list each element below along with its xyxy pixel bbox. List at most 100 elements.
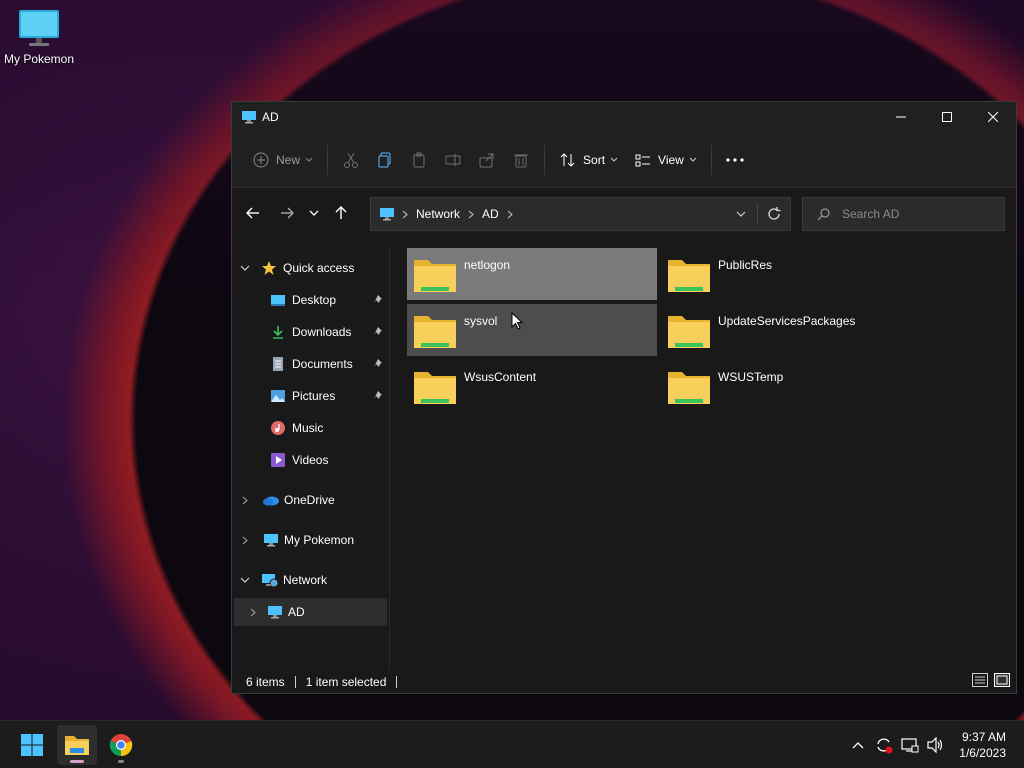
sidebar-label: Music <box>292 421 324 435</box>
folder-icon <box>414 260 456 292</box>
details-view-icon <box>972 673 988 687</box>
sidebar-item-videos[interactable]: Videos <box>270 446 328 474</box>
taskbar: 9:37 AM 1/6/2023 <box>0 720 1024 768</box>
show-hidden-icons-button[interactable] <box>846 733 870 757</box>
folder-name: WSUSTemp <box>718 370 784 384</box>
address-dropdown-button[interactable] <box>731 211 751 217</box>
chevron-right-icon <box>242 496 248 504</box>
clock[interactable]: 9:37 AM 1/6/2023 <box>959 729 1006 761</box>
recent-locations-button[interactable] <box>302 198 326 228</box>
cut-button[interactable] <box>334 144 368 176</box>
music-icon <box>271 421 285 435</box>
sidebar-label: Desktop <box>292 293 337 307</box>
sidebar-item-network[interactable]: Network <box>240 566 327 594</box>
pin-icon <box>374 295 382 303</box>
folder-icon <box>668 316 710 348</box>
sidebar-item-music[interactable]: Music <box>270 414 323 442</box>
folder-tile-wsuscontent[interactable]: WsusContent <box>407 360 657 412</box>
pin-icon <box>374 327 382 335</box>
start-button[interactable] <box>12 725 52 765</box>
address-bar[interactable]: Network AD <box>370 197 791 231</box>
folder-tile-wsustemp[interactable]: WSUSTemp <box>661 360 911 412</box>
system-tray: 9:37 AM 1/6/2023 <box>845 721 1024 768</box>
taskbar-chrome[interactable] <box>101 725 141 765</box>
folder-tile-updateservicespackages[interactable]: UpdateServicesPackages <box>661 304 911 356</box>
more-options-button[interactable] <box>718 144 752 176</box>
navigation-pane: Quick access Desktop Downloads Documents… <box>232 248 390 670</box>
network-status-button[interactable] <box>898 733 922 757</box>
sort-button[interactable]: Sort <box>551 144 626 176</box>
chevron-down-icon <box>240 265 250 271</box>
up-button[interactable] <box>326 198 356 228</box>
details-view-button[interactable] <box>972 673 988 690</box>
chevron-down-icon <box>240 577 250 583</box>
chevron-down-icon <box>689 157 697 162</box>
maximize-icon <box>942 112 952 122</box>
share-button[interactable] <box>470 144 504 176</box>
title-bar[interactable]: AD <box>232 102 1016 132</box>
tiles-view-button[interactable] <box>994 673 1010 690</box>
status-divider <box>294 676 296 688</box>
network-icon <box>262 574 279 588</box>
sidebar-item-pictures[interactable]: Pictures <box>270 382 388 410</box>
sidebar-item-ad[interactable]: AD <box>234 598 387 626</box>
desktop-icon-my-pokemon[interactable]: My Pokemon <box>2 8 76 66</box>
arrow-right-icon <box>281 207 294 219</box>
toolbar-divider <box>710 144 712 175</box>
tiles-view-icon <box>994 673 1010 687</box>
new-label: New <box>276 152 301 167</box>
sidebar-item-quick-access[interactable]: Quick access <box>240 254 354 282</box>
folder-name: netlogon <box>464 258 511 272</box>
rename-button[interactable] <box>436 144 470 176</box>
refresh-button[interactable] <box>758 207 790 221</box>
sidebar-item-documents[interactable]: Documents <box>270 350 388 378</box>
clock-time: 9:37 AM <box>961 730 1006 744</box>
cloud-icon <box>263 496 279 506</box>
sidebar-item-onedrive[interactable]: OneDrive <box>242 486 335 514</box>
folder-tile-netlogon[interactable]: netlogon <box>407 248 657 300</box>
running-indicator <box>70 760 84 763</box>
item-count: 6 items <box>246 675 285 689</box>
copy-button[interactable] <box>368 144 402 176</box>
chevron-right-icon <box>250 608 256 616</box>
back-button[interactable] <box>238 198 268 228</box>
status-divider <box>396 676 398 688</box>
sync-status-button[interactable] <box>872 733 896 757</box>
chevron-up-icon <box>852 742 864 749</box>
minimize-icon <box>896 116 906 118</box>
view-button[interactable]: View <box>626 144 705 176</box>
sidebar-label: AD <box>288 605 305 619</box>
videos-icon <box>271 453 285 467</box>
scissors-icon <box>342 151 360 169</box>
sidebar-item-my-pokemon[interactable]: My Pokemon <box>242 526 354 554</box>
breadcrumb-ad[interactable]: AD <box>482 207 499 221</box>
volume-button[interactable] <box>924 733 948 757</box>
share-icon <box>478 151 496 169</box>
search-placeholder: Search AD <box>842 207 900 221</box>
sidebar-label: OneDrive <box>284 493 335 507</box>
taskbar-file-explorer[interactable] <box>57 725 97 765</box>
mouse-cursor-icon <box>511 312 523 330</box>
new-button[interactable]: New <box>244 144 321 176</box>
search-icon <box>817 207 830 220</box>
chevron-right-icon <box>402 210 408 218</box>
close-button[interactable] <box>970 102 1016 132</box>
chevron-right-icon <box>507 210 513 218</box>
forward-button[interactable] <box>272 198 302 228</box>
breadcrumb-network[interactable]: Network <box>416 207 460 221</box>
minimize-button[interactable] <box>878 102 924 132</box>
folder-tile-publicres[interactable]: PublicRes <box>661 248 911 300</box>
desktop-icon-label: My Pokemon <box>3 52 75 66</box>
sync-error-icon <box>877 738 893 754</box>
pin-icon <box>374 359 382 367</box>
maximize-button[interactable] <box>924 102 970 132</box>
paste-button[interactable] <box>402 144 436 176</box>
search-box[interactable]: Search AD <box>802 197 1005 231</box>
sidebar-item-downloads[interactable]: Downloads <box>270 318 388 346</box>
chevron-down-icon <box>610 157 618 162</box>
file-explorer-icon <box>65 736 89 755</box>
delete-button[interactable] <box>504 144 538 176</box>
sidebar-item-desktop[interactable]: Desktop <box>270 286 388 314</box>
refresh-icon <box>768 207 781 220</box>
folder-tile-sysvol[interactable]: sysvol <box>407 304 657 356</box>
